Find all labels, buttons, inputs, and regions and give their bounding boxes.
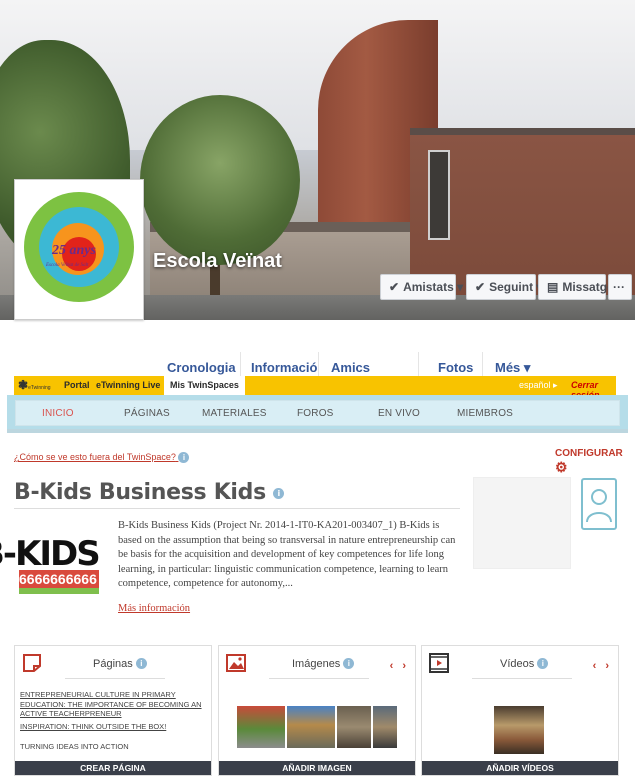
menu-materials[interactable]: MATERIALES <box>202 408 267 419</box>
tab-divider <box>240 352 241 376</box>
info-icon: i <box>537 658 549 669</box>
etwinning-bar: ❃eTwinning Portal eTwinning Live Mis Twi… <box>14 376 616 400</box>
message-button[interactable]: ▤ Missatge <box>538 274 614 300</box>
create-page-button[interactable]: CREAR PÁGINA <box>15 761 211 775</box>
video-thumbnail[interactable] <box>494 706 544 754</box>
images-card: Imágenes i ‹ › AÑADIR IMAGEN <box>218 645 416 776</box>
configure-label: CONFIGURAR <box>555 448 623 459</box>
image-thumbnail[interactable] <box>373 706 397 748</box>
info-icon: i <box>178 452 190 463</box>
more-options-label: ··· <box>613 280 625 294</box>
check-icon: ✔ <box>389 280 400 294</box>
tab-photos[interactable]: Fotos <box>438 360 473 375</box>
tab-about[interactable]: Informació <box>251 360 317 375</box>
menu-live[interactable]: EN VIVO <box>378 408 420 419</box>
etwinning-portal-link[interactable]: Portal <box>64 380 90 390</box>
pages-card: Páginas i ENTREPRENEURIAL CULTURE IN PRI… <box>14 645 212 776</box>
school-logo: 25 anys Escola Veïnat de Salt <box>18 183 140 316</box>
add-image-button[interactable]: AÑADIR IMAGEN <box>219 761 415 775</box>
project-title: B-Kids Business Kids i <box>14 480 285 505</box>
images-card-title-text: Imágenes <box>292 658 341 670</box>
following-button-label: Seguint ▾ <box>489 280 543 294</box>
video-icon <box>429 653 449 673</box>
card-title-divider <box>472 678 572 679</box>
tab-timeline[interactable]: Cronologia <box>167 360 236 375</box>
pages-card-title-text: Páginas <box>93 658 133 670</box>
twinspace-menu: INICIO PÁGINAS MATERIALES FOROS EN VIVO … <box>7 395 628 433</box>
my-twinspaces-link[interactable]: Mis TwinSpaces <box>164 376 245 395</box>
project-logo-green-stripe <box>19 588 99 594</box>
side-panel <box>473 477 571 569</box>
info-icon: i <box>135 658 147 669</box>
etwinning-logo[interactable]: ❃eTwinning <box>18 378 51 392</box>
cover-hall-window <box>428 150 450 240</box>
tab-divider <box>482 352 483 376</box>
page-link-1[interactable]: ENTREPRENEURIAL CULTURE IN PRIMARY EDUCA… <box>20 690 205 719</box>
user-avatar-icon[interactable] <box>581 478 617 530</box>
configure-button[interactable]: CONFIGURAR ⚙ <box>555 448 635 476</box>
videos-card: Vídeos i ‹ › AÑADIR VÍDEOS <box>421 645 619 776</box>
etwinning-live-link[interactable]: eTwinning Live <box>96 380 160 390</box>
person-icon <box>586 489 612 523</box>
page-link-2[interactable]: INSPIRATION: THINK OUTSIDE THE BOX! <box>20 722 205 732</box>
videos-carousel-arrows[interactable]: ‹ › <box>593 660 612 672</box>
menu-members[interactable]: MIEMBROS <box>457 408 513 419</box>
add-videos-button[interactable]: AÑADIR VÍDEOS <box>422 761 618 775</box>
images-carousel-arrows[interactable]: ‹ › <box>390 660 409 672</box>
outside-view-label: ¿Cómo se ve esto fuera del TwinSpace? <box>14 452 176 462</box>
tab-friends[interactable]: Amics <box>331 360 370 375</box>
card-title-divider <box>65 678 165 679</box>
images-card-title: Imágenes i <box>292 658 355 670</box>
cover-tree-mid <box>140 95 300 265</box>
pages-card-title: Páginas i <box>93 658 147 670</box>
project-title-text: B-Kids Business Kids <box>14 480 266 505</box>
image-thumbnail[interactable] <box>337 706 371 748</box>
check-icon: ✔ <box>475 280 486 294</box>
image-thumbnail[interactable] <box>237 706 285 748</box>
page-icon <box>23 654 41 672</box>
image-thumbnail[interactable] <box>287 706 335 748</box>
card-title-divider <box>269 678 369 679</box>
profile-picture[interactable]: 25 anys Escola Veïnat de Salt <box>14 179 144 320</box>
page-link-3[interactable]: TURNING IDEAS INTO ACTION <box>20 742 205 750</box>
more-info-link[interactable]: Más información <box>118 603 190 614</box>
message-button-label: Missatge <box>562 280 614 294</box>
project-logo: B-KIDS 6666666666 <box>0 520 101 598</box>
twinspace-menu-inner: INICIO PÁGINAS MATERIALES FOROS EN VIVO … <box>15 400 620 426</box>
etwinning-logo-text: eTwinning <box>28 385 51 391</box>
tab-more[interactable]: Més ▾ <box>495 360 530 376</box>
title-divider <box>14 508 460 509</box>
logo-subtext: Escola Veïnat de Salt <box>46 263 89 268</box>
outside-view-link[interactable]: ¿Cómo se ve esto fuera del TwinSpace? i <box>14 452 190 463</box>
tab-divider <box>318 352 319 376</box>
info-icon: i <box>273 488 285 499</box>
menu-home[interactable]: INICIO <box>42 408 74 419</box>
project-logo-text: B-KIDS <box>0 534 101 574</box>
profile-name[interactable]: Escola Veïnat <box>153 250 282 273</box>
gear-icon: ⚙ <box>555 459 568 475</box>
info-icon: i <box>343 658 355 669</box>
videos-card-title-text: Vídeos <box>500 658 535 670</box>
project-logo-stripe: 6666666666 <box>19 570 99 588</box>
following-button[interactable]: ✔ Seguint ▾ <box>466 274 542 300</box>
menu-pages[interactable]: PÁGINAS <box>124 408 170 419</box>
menu-forums[interactable]: FOROS <box>297 408 334 419</box>
friends-button[interactable]: ✔ Amistats ▾ <box>380 274 463 300</box>
videos-card-title: Vídeos i <box>500 658 549 670</box>
message-icon: ▤ <box>547 280 559 294</box>
logo-text: 25 anys <box>52 243 96 258</box>
friends-button-label: Amistats ▾ <box>403 280 464 294</box>
more-options-button[interactable]: ··· <box>608 274 632 300</box>
tab-divider <box>418 352 419 376</box>
project-description: B-Kids Business Kids (Project Nr. 2014-1… <box>118 520 456 589</box>
image-icon <box>226 654 246 672</box>
language-selector[interactable]: español ▸ <box>519 380 558 391</box>
